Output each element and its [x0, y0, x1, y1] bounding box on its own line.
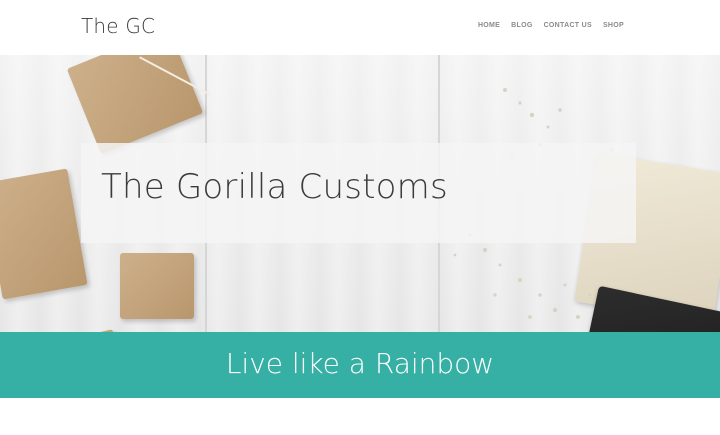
site-header: The GC HOME BLOG CONTACT US SHOP [0, 0, 720, 55]
nav-home[interactable]: HOME [478, 22, 500, 29]
hero-title: The Gorilla Customs [101, 167, 448, 207]
tagline-text: Live like a Rainbow [225, 347, 495, 380]
main-nav: HOME BLOG CONTACT US SHOP [478, 22, 624, 29]
nav-blog[interactable]: BLOG [511, 22, 532, 29]
hero-title-panel: The Gorilla Customs [81, 143, 636, 243]
content-area [0, 398, 720, 435]
site-logo[interactable]: The GC [81, 14, 155, 38]
nav-contact-us[interactable]: CONTACT US [544, 22, 592, 29]
nav-shop[interactable]: SHOP [603, 22, 624, 29]
tagline-banner: Live like a Rainbow [0, 332, 720, 398]
hero-section: The Gorilla Customs [0, 55, 720, 332]
